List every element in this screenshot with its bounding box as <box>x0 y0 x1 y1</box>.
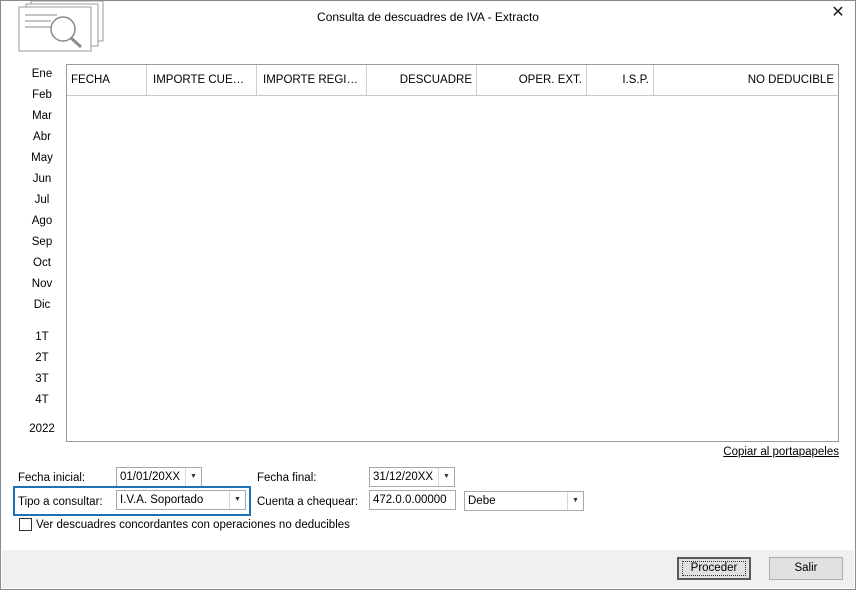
period-month-ene[interactable]: Ene <box>21 67 63 81</box>
period-month-dic[interactable]: Dic <box>21 298 63 312</box>
column-header-descuadre[interactable]: DESCUADRE <box>367 65 477 95</box>
close-button[interactable]: ✕ <box>831 5 845 21</box>
period-month-jul[interactable]: Jul <box>21 193 63 207</box>
dialog-window: Consulta de descuadres de IVA - Extracto… <box>0 0 856 590</box>
debe-haber-value: Debe <box>468 495 496 507</box>
period-quarter-3t[interactable]: 3T <box>21 372 63 386</box>
no-deducibles-checkbox[interactable] <box>19 518 32 531</box>
fecha-final-picker[interactable]: 31/12/20XX ▼ <box>369 467 455 487</box>
period-quarter-1t[interactable]: 1T <box>21 330 63 344</box>
tipo-consultar-select[interactable]: I.V.A. Soportado ▼ <box>116 490 246 510</box>
grid-header: FECHA IMPORTE CUENTA IMPORTE REGISTRO DE… <box>67 65 838 96</box>
dialog-footer: Proceder Salir <box>2 550 854 588</box>
period-month-sep[interactable]: Sep <box>21 235 63 249</box>
period-month-may[interactable]: May <box>21 151 63 165</box>
chevron-down-icon[interactable]: ▼ <box>438 468 454 486</box>
fecha-inicial-label: Fecha inicial: <box>18 472 86 484</box>
document-search-icon <box>17 0 107 53</box>
results-grid[interactable]: FECHA IMPORTE CUENTA IMPORTE REGISTRO DE… <box>66 64 839 442</box>
proceder-button-label: Proceder <box>682 561 746 576</box>
fecha-final-label: Fecha final: <box>257 472 317 484</box>
period-month-oct[interactable]: Oct <box>21 256 63 270</box>
period-month-mar[interactable]: Mar <box>21 109 63 123</box>
debe-haber-select[interactable]: Debe ▼ <box>464 491 584 511</box>
fecha-inicial-picker[interactable]: 01/01/20XX ▼ <box>116 467 202 487</box>
period-month-feb[interactable]: Feb <box>21 88 63 102</box>
cuenta-chequear-input[interactable]: 472.0.0.00000 <box>369 490 456 510</box>
column-header-isp[interactable]: I.S.P. <box>587 65 654 95</box>
column-header-fecha[interactable]: FECHA <box>67 65 147 95</box>
copy-to-clipboard-link[interactable]: Copiar al portapapeles <box>723 446 839 458</box>
cuenta-chequear-label: Cuenta a chequear: <box>257 496 359 508</box>
tipo-consultar-label: Tipo a consultar: <box>18 496 103 508</box>
chevron-down-icon[interactable]: ▼ <box>567 492 583 510</box>
no-deducibles-checkbox-label[interactable]: Ver descuadres concordantes con operacio… <box>36 518 350 532</box>
column-header-no-deducible[interactable]: NO DEDUCIBLE <box>654 65 838 95</box>
column-header-importe-cuenta[interactable]: IMPORTE CUENTA <box>147 65 257 95</box>
period-month-jun[interactable]: Jun <box>21 172 63 186</box>
proceder-button[interactable]: Proceder <box>677 557 751 580</box>
column-header-importe-registro[interactable]: IMPORTE REGISTRO <box>257 65 367 95</box>
column-header-oper-ext[interactable]: OPER. EXT. <box>477 65 587 95</box>
period-quarter-4t[interactable]: 4T <box>21 393 63 407</box>
period-month-ago[interactable]: Ago <box>21 214 63 228</box>
fecha-final-value: 31/12/20XX <box>373 471 434 483</box>
chevron-down-icon[interactable]: ▼ <box>229 491 245 509</box>
period-month-abr[interactable]: Abr <box>21 130 63 144</box>
period-year[interactable]: 2022 <box>21 422 63 436</box>
window-title: Consulta de descuadres de IVA - Extracto <box>317 10 539 24</box>
tipo-consultar-value: I.V.A. Soportado <box>120 494 204 506</box>
chevron-down-icon[interactable]: ▼ <box>185 468 201 486</box>
period-month-nov[interactable]: Nov <box>21 277 63 291</box>
period-quarter-2t[interactable]: 2T <box>21 351 63 365</box>
close-icon: ✕ <box>831 4 845 21</box>
salir-button[interactable]: Salir <box>769 557 843 580</box>
fecha-inicial-value: 01/01/20XX <box>120 471 181 483</box>
